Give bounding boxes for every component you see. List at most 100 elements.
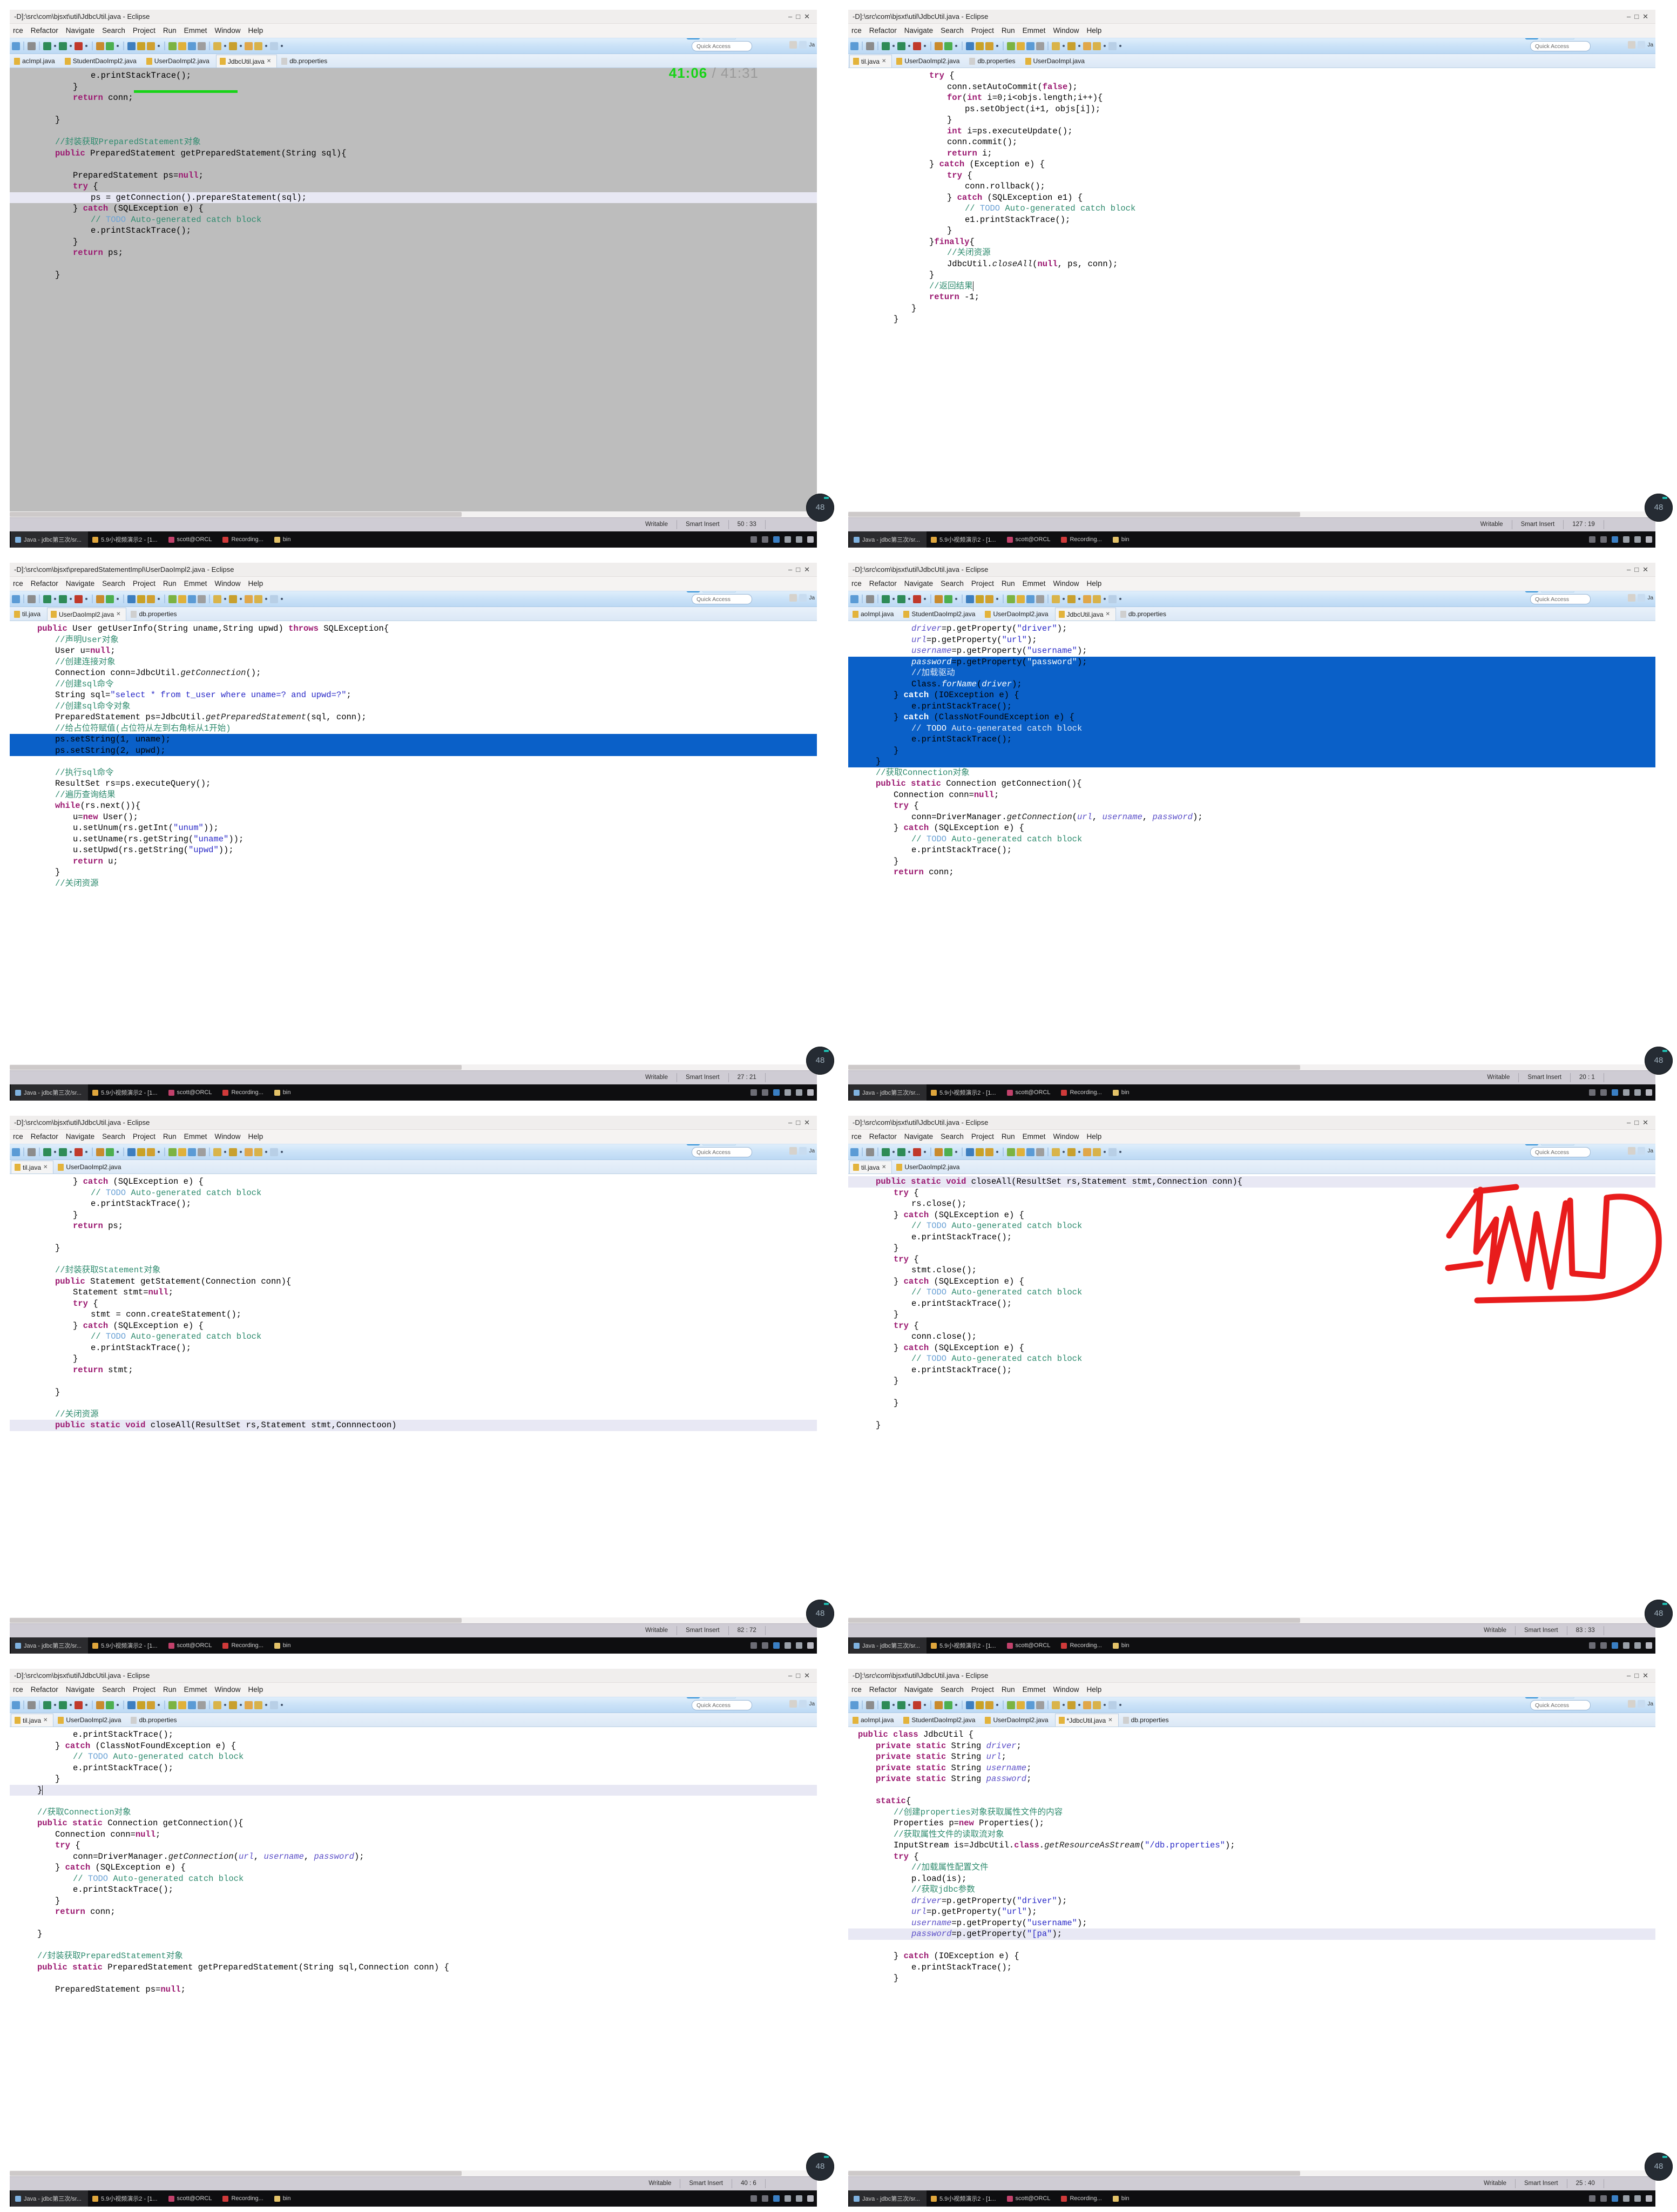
- toolbar-icon[interactable]: [254, 1148, 262, 1156]
- toolbar-dropdown-arrow-icon[interactable]: [1119, 598, 1121, 600]
- toolbar-dropdown-arrow-icon[interactable]: [54, 1151, 56, 1153]
- horizontal-scrollbar[interactable]: [10, 1064, 817, 1070]
- toolbar-icon[interactable]: [43, 1701, 51, 1709]
- menu-item-window[interactable]: Window: [214, 579, 240, 588]
- tray-ime-icon[interactable]: [1646, 2195, 1652, 2202]
- menu-item-navigate[interactable]: Navigate: [904, 1132, 933, 1141]
- toolbar-icon[interactable]: [966, 1701, 974, 1709]
- close-icon[interactable]: ✕: [43, 1714, 48, 1727]
- tray-network-icon[interactable]: [1623, 1642, 1629, 1649]
- quick-access-input[interactable]: Quick Access: [1530, 1147, 1591, 1157]
- toolbar-right-icons[interactable]: Ja: [1628, 594, 1653, 602]
- taskbar-item[interactable]: scott@ORCL: [164, 531, 219, 548]
- toolbar-icon[interactable]: [985, 1701, 993, 1709]
- toolbar-dropdown-arrow-icon[interactable]: [908, 1151, 910, 1153]
- toolbar-icon[interactable]: [1052, 1148, 1060, 1156]
- window-controls[interactable]: –□✕: [788, 563, 814, 577]
- toolbar-icon[interactable]: [12, 1148, 20, 1156]
- toolbar-icon[interactable]: [178, 595, 186, 603]
- editor-tab-active[interactable]: UserDaoImpl2.java ✕: [47, 608, 127, 621]
- toolbar-icon[interactable]: [913, 1148, 921, 1156]
- menu-item-window[interactable]: Window: [1053, 1132, 1079, 1141]
- taskbar-item[interactable]: 5.9小视频演示2 - [1...: [88, 1084, 164, 1101]
- toolbar-icon[interactable]: [96, 1148, 104, 1156]
- toolbar-icon[interactable]: [1026, 1701, 1034, 1709]
- taskbar-item[interactable]: bin: [1108, 1637, 1136, 1654]
- editor-tab[interactable]: UserDaoImpl2.java: [982, 1714, 1053, 1727]
- tray-network-icon[interactable]: [1623, 2195, 1629, 2202]
- toolbar-icon[interactable]: [985, 1148, 993, 1156]
- perspective-java-icon[interactable]: [1628, 41, 1636, 49]
- toolbar-icon[interactable]: [944, 1148, 952, 1156]
- toolbar-dropdown-arrow-icon[interactable]: [924, 45, 926, 47]
- toolbar-dropdown-arrow-icon[interactable]: [955, 1151, 957, 1153]
- menu-item-search[interactable]: Search: [102, 1685, 125, 1694]
- toolbar-icon[interactable]: [944, 1701, 952, 1709]
- tray-shield-icon[interactable]: [773, 536, 780, 543]
- toolbar-icon[interactable]: [188, 595, 196, 603]
- toolbar-icon[interactable]: [850, 595, 858, 603]
- taskbar-item[interactable]: Java - jdbc第三次/sr...: [11, 1084, 88, 1101]
- toolbar-dropdown-arrow-icon[interactable]: [1078, 598, 1080, 600]
- tray-ime-icon[interactable]: [807, 2195, 814, 2202]
- code-editor[interactable]: public User getUserInfo(String uname,Str…: [10, 621, 817, 1064]
- toolbar-icon[interactable]: [254, 1701, 262, 1709]
- horizontal-scrollbar[interactable]: [848, 2170, 1655, 2176]
- toolbar-icon[interactable]: [168, 595, 177, 603]
- perspective-open-icon[interactable]: [1638, 1700, 1646, 1708]
- tray-network-icon[interactable]: [785, 1089, 791, 1096]
- menu-item-rce[interactable]: rce: [13, 1132, 23, 1141]
- taskbar-item[interactable]: scott@ORCL: [1003, 2190, 1057, 2207]
- toolbar-icon[interactable]: [1007, 42, 1015, 50]
- scrollbar-thumb[interactable]: [10, 512, 462, 517]
- toolbar-dropdown-arrow-icon[interactable]: [240, 45, 242, 47]
- editor-tab[interactable]: til.java: [11, 608, 46, 621]
- toolbar-dropdown-arrow-icon[interactable]: [85, 1704, 87, 1706]
- editor-tab-active[interactable]: til.java ✕: [11, 1714, 54, 1727]
- editor-tab[interactable]: db.properties: [966, 55, 1020, 68]
- toolbar-dropdown-arrow-icon[interactable]: [224, 45, 226, 47]
- toolbar-dropdown-arrow-icon[interactable]: [158, 1151, 160, 1153]
- window-controls[interactable]: –□✕: [1627, 563, 1652, 577]
- tray-keyboard-icon[interactable]: [750, 2195, 757, 2202]
- toolbar-icon[interactable]: [213, 42, 221, 50]
- toolbar-icon[interactable]: [1083, 42, 1091, 50]
- toolbar-icon[interactable]: [254, 42, 262, 50]
- toolbar-icon[interactable]: [147, 42, 155, 50]
- toolbar-icon[interactable]: [198, 1701, 206, 1709]
- tray-ime-icon[interactable]: [1646, 1642, 1652, 1649]
- toolbar-icon[interactable]: [198, 1148, 206, 1156]
- toolbar-dropdown-arrow-icon[interactable]: [955, 598, 957, 600]
- toolbar-icon[interactable]: [213, 595, 221, 603]
- tray-volume-icon[interactable]: [796, 1089, 802, 1096]
- toolbar-icon[interactable]: [1083, 595, 1091, 603]
- toolbar-icon[interactable]: [178, 1701, 186, 1709]
- menu-item-refactor[interactable]: Refactor: [31, 26, 58, 35]
- menu-item-refactor[interactable]: Refactor: [869, 26, 897, 35]
- menu-item-emmet[interactable]: Emmet: [1023, 26, 1046, 35]
- toolbar-icon[interactable]: [1093, 1701, 1101, 1709]
- toolbar-icon[interactable]: [1036, 1148, 1044, 1156]
- toolbar-icon[interactable]: [245, 42, 253, 50]
- toolbar-dropdown-arrow-icon[interactable]: [70, 598, 72, 600]
- toolbar-icon[interactable]: [137, 42, 145, 50]
- editor-tab[interactable]: UserDaoImpl2.java: [893, 55, 965, 68]
- toolbar-icon[interactable]: [976, 1701, 984, 1709]
- taskbar-item[interactable]: scott@ORCL: [164, 2190, 219, 2207]
- toolbar-dropdown-arrow-icon[interactable]: [281, 1704, 283, 1706]
- quick-access-input[interactable]: Quick Access: [692, 1147, 752, 1157]
- toolbar-icon[interactable]: [1026, 42, 1034, 50]
- menu-item-help[interactable]: Help: [1086, 579, 1101, 588]
- toolbar-icon[interactable]: [75, 42, 83, 50]
- toolbar-icon[interactable]: [75, 595, 83, 603]
- taskbar-item[interactable]: Java - jdbc第三次/sr...: [849, 1084, 927, 1101]
- code-editor[interactable]: public class JdbcUtil {private static St…: [848, 1727, 1655, 2170]
- perspective-open-icon[interactable]: [799, 1700, 807, 1708]
- toolbar-icon[interactable]: [935, 1701, 943, 1709]
- taskbar-item[interactable]: Recording...: [218, 1084, 269, 1101]
- perspective-java-icon[interactable]: [789, 594, 797, 602]
- toolbar-dropdown-arrow-icon[interactable]: [265, 598, 267, 600]
- toolbar-icon[interactable]: [913, 595, 921, 603]
- quick-access-input[interactable]: Quick Access: [692, 41, 752, 51]
- taskbar-item[interactable]: Java - jdbc第三次/sr...: [11, 2190, 88, 2207]
